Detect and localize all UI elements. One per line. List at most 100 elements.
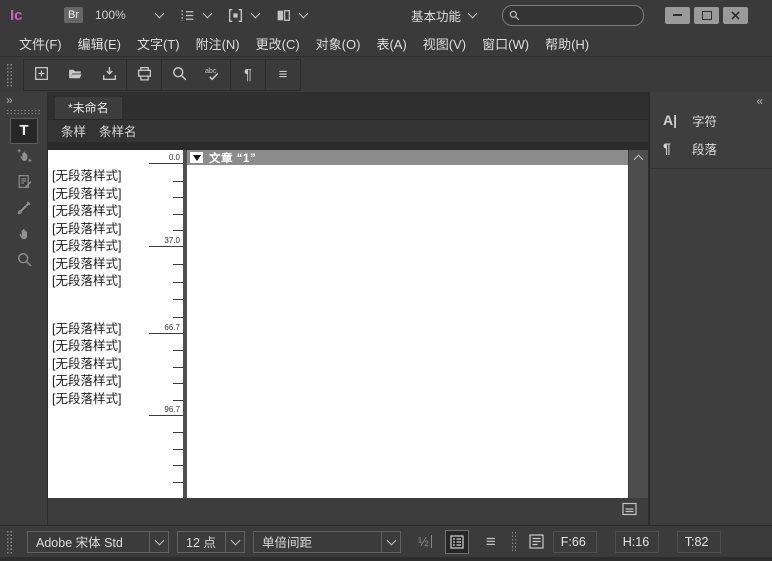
menu-item-2[interactable]: 文字(T) bbox=[130, 34, 187, 53]
menu-item-8[interactable]: 窗口(W) bbox=[475, 34, 536, 53]
workspace-label: 基本功能 bbox=[411, 6, 461, 25]
ruler-major-tick: 0.0 bbox=[149, 153, 183, 164]
panel-label: 段落 bbox=[692, 139, 717, 158]
statusbar: Adobe 宋体 Std 12 点 单倍间距 ½ ≡ F:66 H:16 T:8… bbox=[0, 525, 772, 557]
eyedropper-tool-icon bbox=[16, 199, 33, 221]
arrange-documents-dropdown[interactable] bbox=[275, 7, 307, 24]
galley-footer-strip bbox=[48, 498, 648, 525]
pilcrow-button[interactable]: ¶ bbox=[231, 60, 265, 90]
line-spacing-value: 单倍间距 bbox=[254, 532, 381, 552]
tool-panel-grip[interactable] bbox=[6, 109, 40, 114]
search-button[interactable] bbox=[162, 60, 196, 90]
story-editor[interactable]: 文章 “1” bbox=[187, 150, 628, 498]
ruler-minor-tick bbox=[173, 298, 183, 300]
copyfit-grip[interactable] bbox=[511, 531, 517, 553]
ruler-label: 66.7 bbox=[164, 323, 180, 332]
menu-item-1[interactable]: 编辑(E) bbox=[71, 34, 128, 53]
ruler-label: 37.0 bbox=[164, 236, 180, 245]
ruler-label: 0.0 bbox=[169, 153, 180, 162]
statusbar-menu-icon[interactable]: ≡ bbox=[486, 533, 496, 550]
ruler-minor-tick bbox=[173, 464, 183, 466]
font-size-select[interactable]: 12 点 bbox=[177, 531, 245, 553]
type-tool[interactable]: T bbox=[10, 118, 38, 144]
menu-item-6[interactable]: 表(A) bbox=[369, 34, 413, 53]
spellcheck-button[interactable]: abc bbox=[196, 60, 230, 90]
zoom-level-dropdown[interactable]: 100% bbox=[95, 8, 163, 22]
menu-item-4[interactable]: 更改(C) bbox=[249, 34, 307, 53]
eyedropper-tool[interactable] bbox=[11, 198, 37, 222]
menu-icon: ≡ bbox=[279, 67, 288, 82]
position-tool-icon bbox=[16, 147, 33, 169]
panel-tab-字符[interactable]: A|字符 bbox=[650, 106, 772, 134]
half-glyph: ½ bbox=[418, 534, 429, 549]
ruler-minor-tick bbox=[173, 213, 183, 215]
pilcrow-icon: ¶ bbox=[244, 67, 252, 82]
spellcheck-icon: abc bbox=[205, 65, 222, 85]
chevron-down-icon bbox=[203, 9, 213, 19]
vertical-scrollbar[interactable] bbox=[628, 150, 648, 498]
story-collapse-toggle[interactable] bbox=[190, 152, 203, 163]
view-tab-0[interactable]: 条样 bbox=[61, 123, 86, 141]
paragraph-style-label: [无段落样式] bbox=[48, 338, 183, 356]
note-tool[interactable] bbox=[11, 172, 37, 196]
page-view-icon[interactable] bbox=[620, 502, 639, 516]
new-doc-button[interactable] bbox=[24, 60, 58, 90]
view-options-icon bbox=[179, 7, 196, 24]
paragraph-style-label: [无段落样式] bbox=[48, 356, 183, 374]
open-folder-button[interactable] bbox=[58, 60, 92, 90]
statusbar-grip[interactable] bbox=[6, 530, 13, 554]
menu-item-7[interactable]: 视图(V) bbox=[416, 34, 473, 53]
hand-tool[interactable] bbox=[11, 224, 37, 248]
menubar: 文件(F)编辑(E)文字(T)附注(N)更改(C)对象(O)表(A)视图(V)窗… bbox=[0, 30, 772, 57]
view-tab-1[interactable]: 条样名 bbox=[99, 123, 137, 141]
panel-tab-段落[interactable]: ¶段落 bbox=[650, 134, 772, 162]
ruler-minor-tick bbox=[173, 349, 183, 351]
minimize-button[interactable] bbox=[665, 7, 690, 24]
copyfit-fit-value: F:66 bbox=[553, 531, 597, 553]
arrange-documents-icon bbox=[275, 7, 292, 24]
panel-group: A|字符¶段落 bbox=[650, 106, 772, 169]
type-tool-icon: T bbox=[19, 122, 28, 140]
chevron-down-icon bbox=[155, 9, 165, 19]
search-icon bbox=[171, 65, 188, 85]
save-button[interactable] bbox=[92, 60, 126, 90]
ruler-minor-tick bbox=[173, 448, 183, 450]
search-box[interactable] bbox=[502, 5, 644, 26]
menu-item-3[interactable]: 附注(N) bbox=[189, 34, 247, 53]
zoom-tool[interactable] bbox=[11, 250, 37, 274]
ruler-major-tick: 66.7 bbox=[149, 323, 183, 334]
panel-label: 字符 bbox=[692, 111, 717, 130]
toolbar-grip[interactable] bbox=[6, 63, 13, 87]
paragraph-style-label: [无段落样式] bbox=[48, 256, 183, 274]
ruler-minor-tick bbox=[173, 431, 183, 433]
font-family-select[interactable]: Adobe 宋体 Std bbox=[27, 531, 169, 553]
chevron-down-icon bbox=[149, 532, 168, 552]
position-tool[interactable] bbox=[11, 146, 37, 170]
menu-item-5[interactable]: 对象(O) bbox=[309, 34, 368, 53]
info-column-icon bbox=[450, 535, 464, 549]
bridge-button[interactable]: Br bbox=[64, 7, 83, 23]
workspace-switcher[interactable]: 基本功能 bbox=[411, 6, 476, 25]
incopy-logo-icon: Ic bbox=[10, 7, 36, 24]
maximize-button[interactable] bbox=[694, 7, 719, 24]
ruler-minor-tick bbox=[173, 382, 183, 384]
view-options-dropdown[interactable] bbox=[179, 7, 211, 24]
copyfit-info-icon bbox=[528, 533, 545, 550]
menu-button[interactable]: ≡ bbox=[266, 60, 300, 90]
galley-view: [无段落样式][无段落样式][无段落样式][无段落样式][无段落样式][无段落样… bbox=[48, 150, 648, 498]
print-button[interactable] bbox=[127, 60, 161, 90]
menu-item-0[interactable]: 文件(F) bbox=[12, 34, 69, 53]
screen-mode-dropdown[interactable] bbox=[227, 7, 259, 24]
chevron-down-icon bbox=[468, 9, 478, 19]
expand-panels-icon[interactable]: » bbox=[6, 93, 12, 107]
document-tab[interactable]: *未命名 bbox=[55, 97, 122, 119]
search-input[interactable] bbox=[524, 8, 618, 22]
maximize-icon bbox=[702, 11, 712, 20]
menu-item-9[interactable]: 帮助(H) bbox=[538, 34, 596, 53]
info-column-toggle[interactable] bbox=[445, 530, 469, 554]
paragraph-style-label: [无段落样式] bbox=[48, 186, 183, 204]
fraction-half-icon[interactable]: ½ bbox=[418, 534, 432, 549]
close-button[interactable] bbox=[723, 7, 748, 24]
line-spacing-select[interactable]: 单倍间距 bbox=[253, 531, 401, 553]
ruler-minor-tick bbox=[173, 281, 183, 283]
